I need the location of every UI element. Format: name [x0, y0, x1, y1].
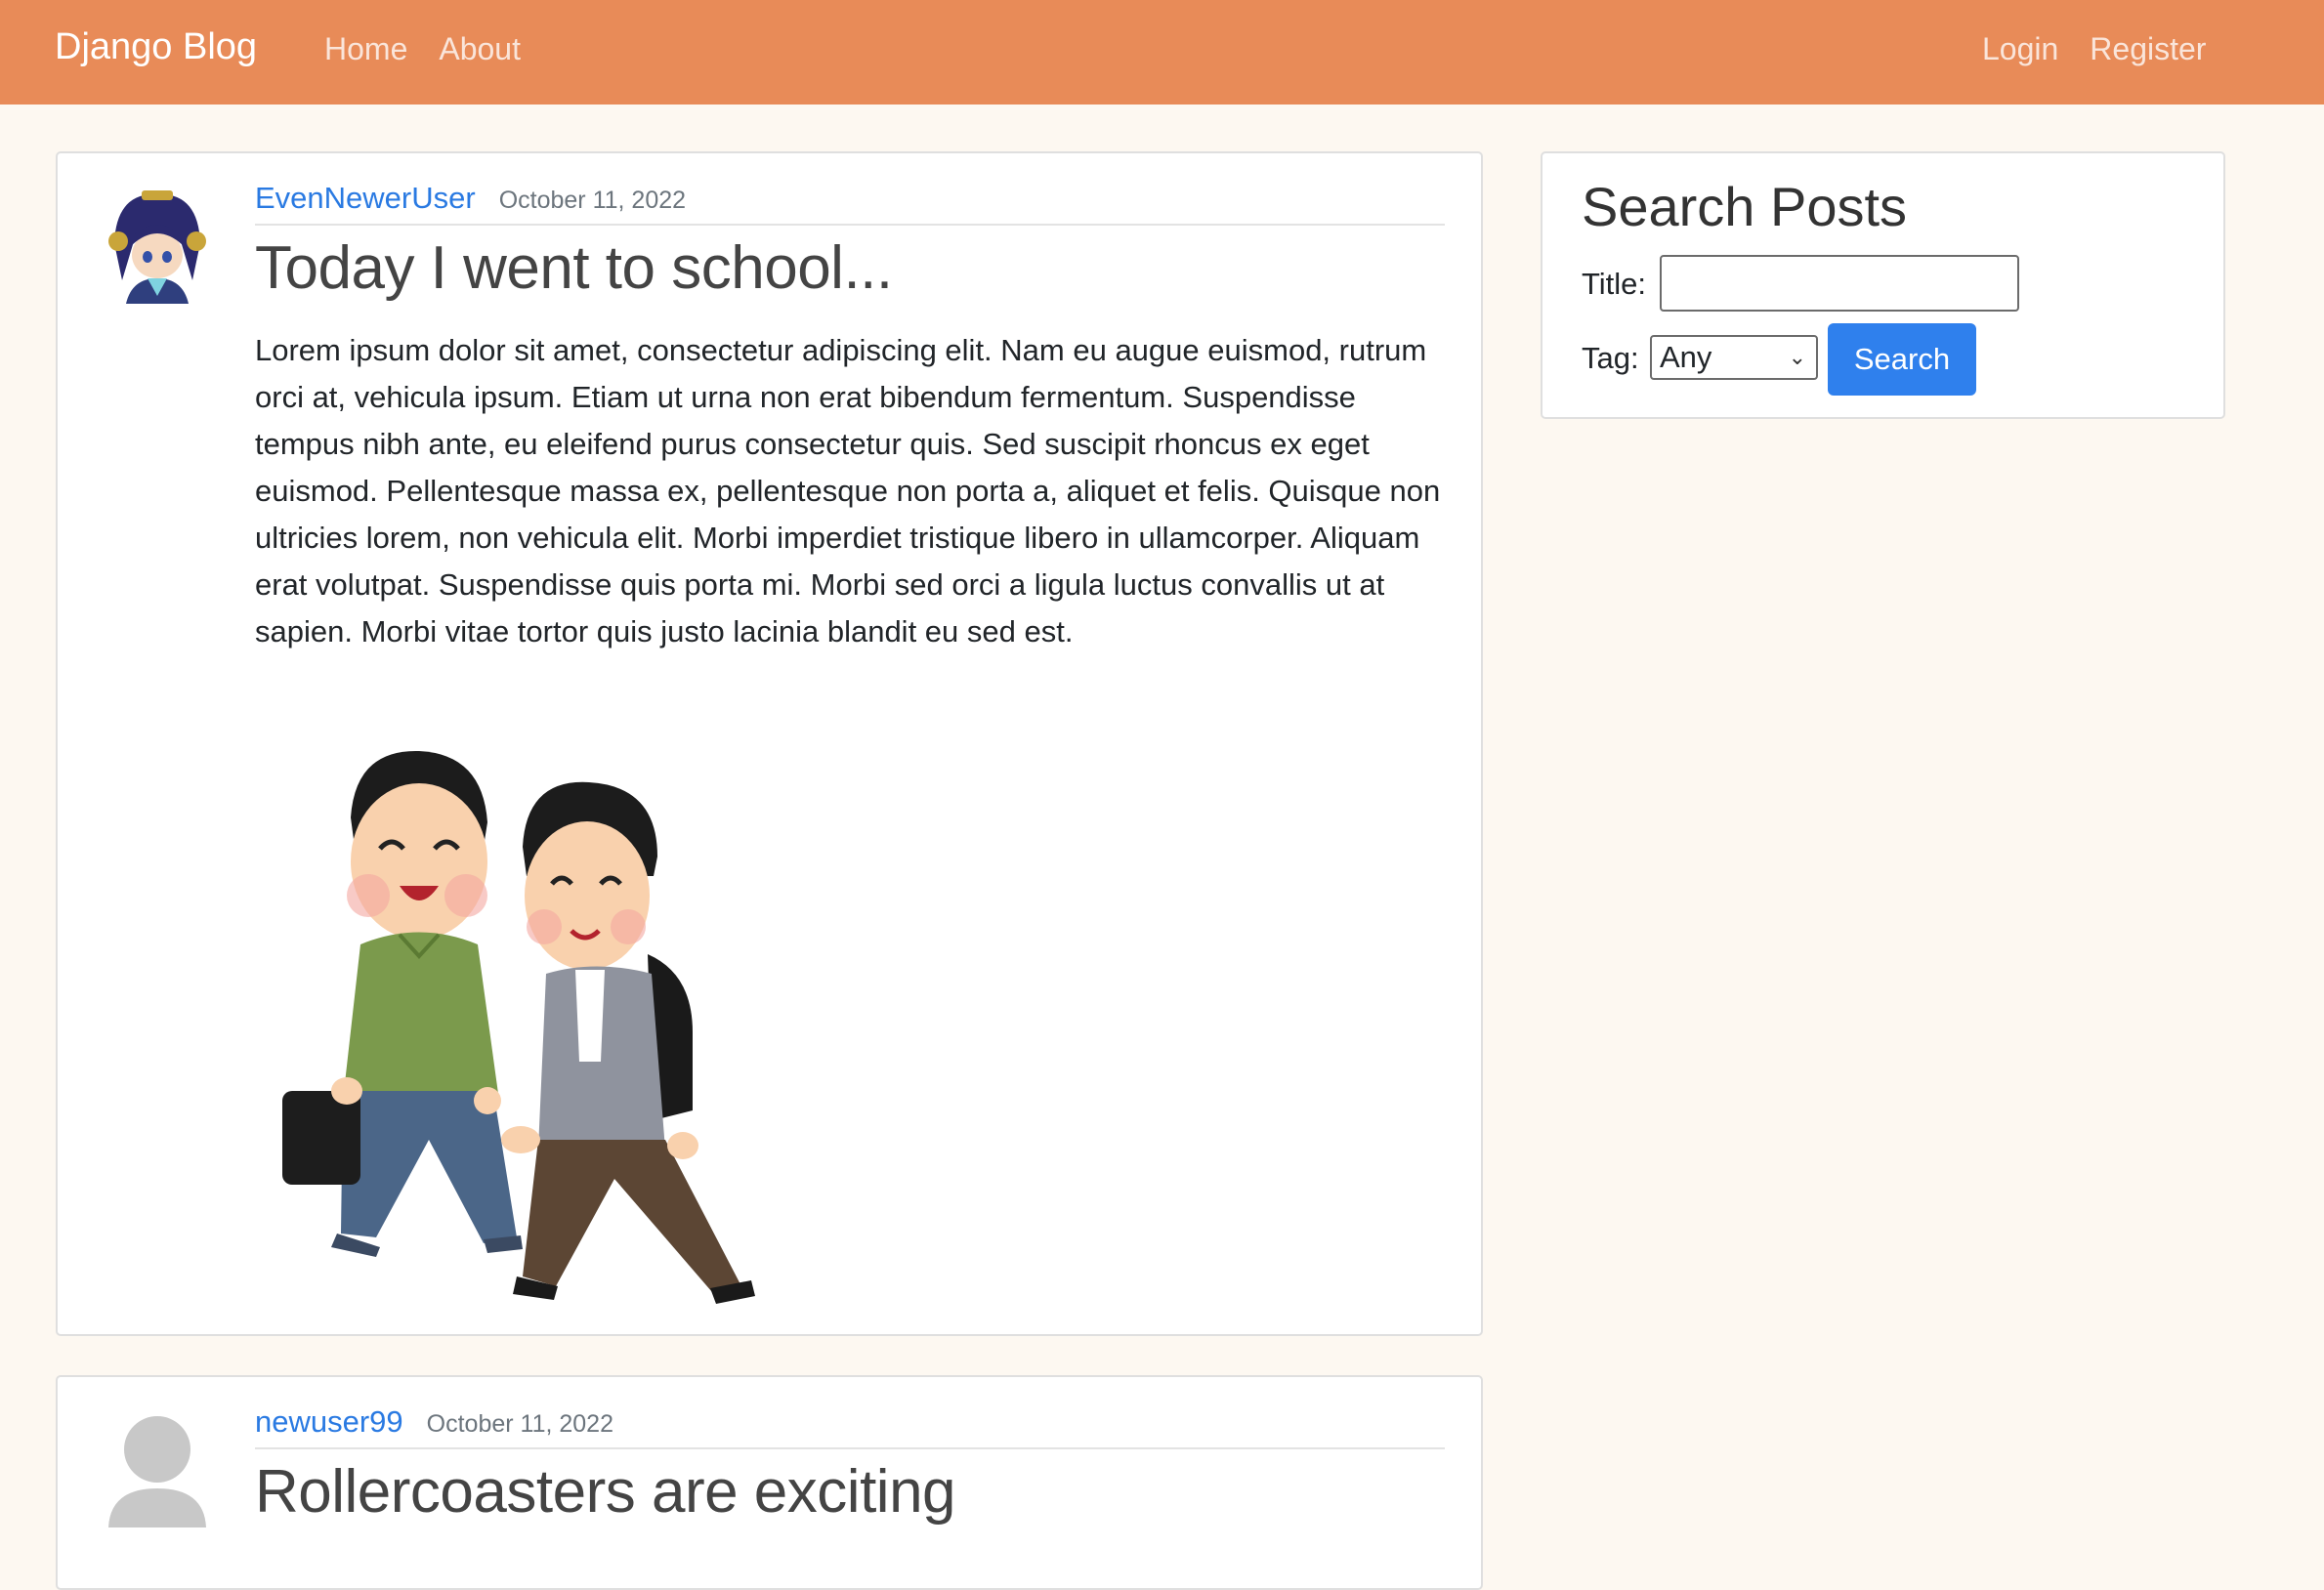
post-card: EvenNewerUser October 11, 2022 Today I w…	[56, 151, 1483, 1336]
nav-left: Home About	[324, 31, 521, 67]
sidebar-title: Search Posts	[1582, 176, 1908, 237]
post-title[interactable]: Today I went to school...	[255, 233, 893, 303]
post-image-students-walking	[282, 750, 755, 1304]
nav-link-home[interactable]: Home	[324, 31, 407, 67]
author-link[interactable]: EvenNewerUser	[255, 181, 476, 216]
tag-label: Tag:	[1582, 341, 1639, 375]
search-button[interactable]: Search	[1828, 323, 1976, 396]
nav-right: Login Register	[1982, 31, 2206, 67]
author-link[interactable]: newuser99	[255, 1404, 403, 1440]
post-card: newuser99 October 11, 2022 Rollercoaster…	[56, 1375, 1483, 1590]
title-input[interactable]	[1660, 255, 2019, 312]
tag-select[interactable]: Any ⌄	[1650, 335, 1818, 380]
chevron-down-icon: ⌄	[1788, 345, 1806, 369]
navbar: Django Blog Home About Login Register	[0, 0, 2324, 105]
tag-select-value: Any	[1660, 340, 1712, 374]
post-date: October 11, 2022	[498, 187, 687, 214]
search-sidebar: Search Posts Title: Tag: Any ⌄ Search	[1541, 151, 2225, 419]
brand-link[interactable]: Django Blog	[55, 26, 257, 68]
nav-link-login[interactable]: Login	[1982, 31, 2058, 67]
post-title[interactable]: Rollercoasters are exciting	[255, 1457, 956, 1527]
post-meta: newuser99 October 11, 2022	[255, 1404, 1445, 1449]
title-label: Title:	[1582, 267, 1647, 301]
post-date: October 11, 2022	[426, 1410, 613, 1438]
nav-link-about[interactable]: About	[439, 31, 521, 67]
user-avatar-anime	[105, 190, 210, 304]
default-avatar-icon	[108, 1416, 206, 1527]
post-meta: EvenNewerUser October 11, 2022	[255, 181, 1445, 226]
post-content: Lorem ipsum dolor sit amet, consectetur …	[255, 333, 1441, 649]
nav-link-register[interactable]: Register	[2090, 31, 2206, 67]
